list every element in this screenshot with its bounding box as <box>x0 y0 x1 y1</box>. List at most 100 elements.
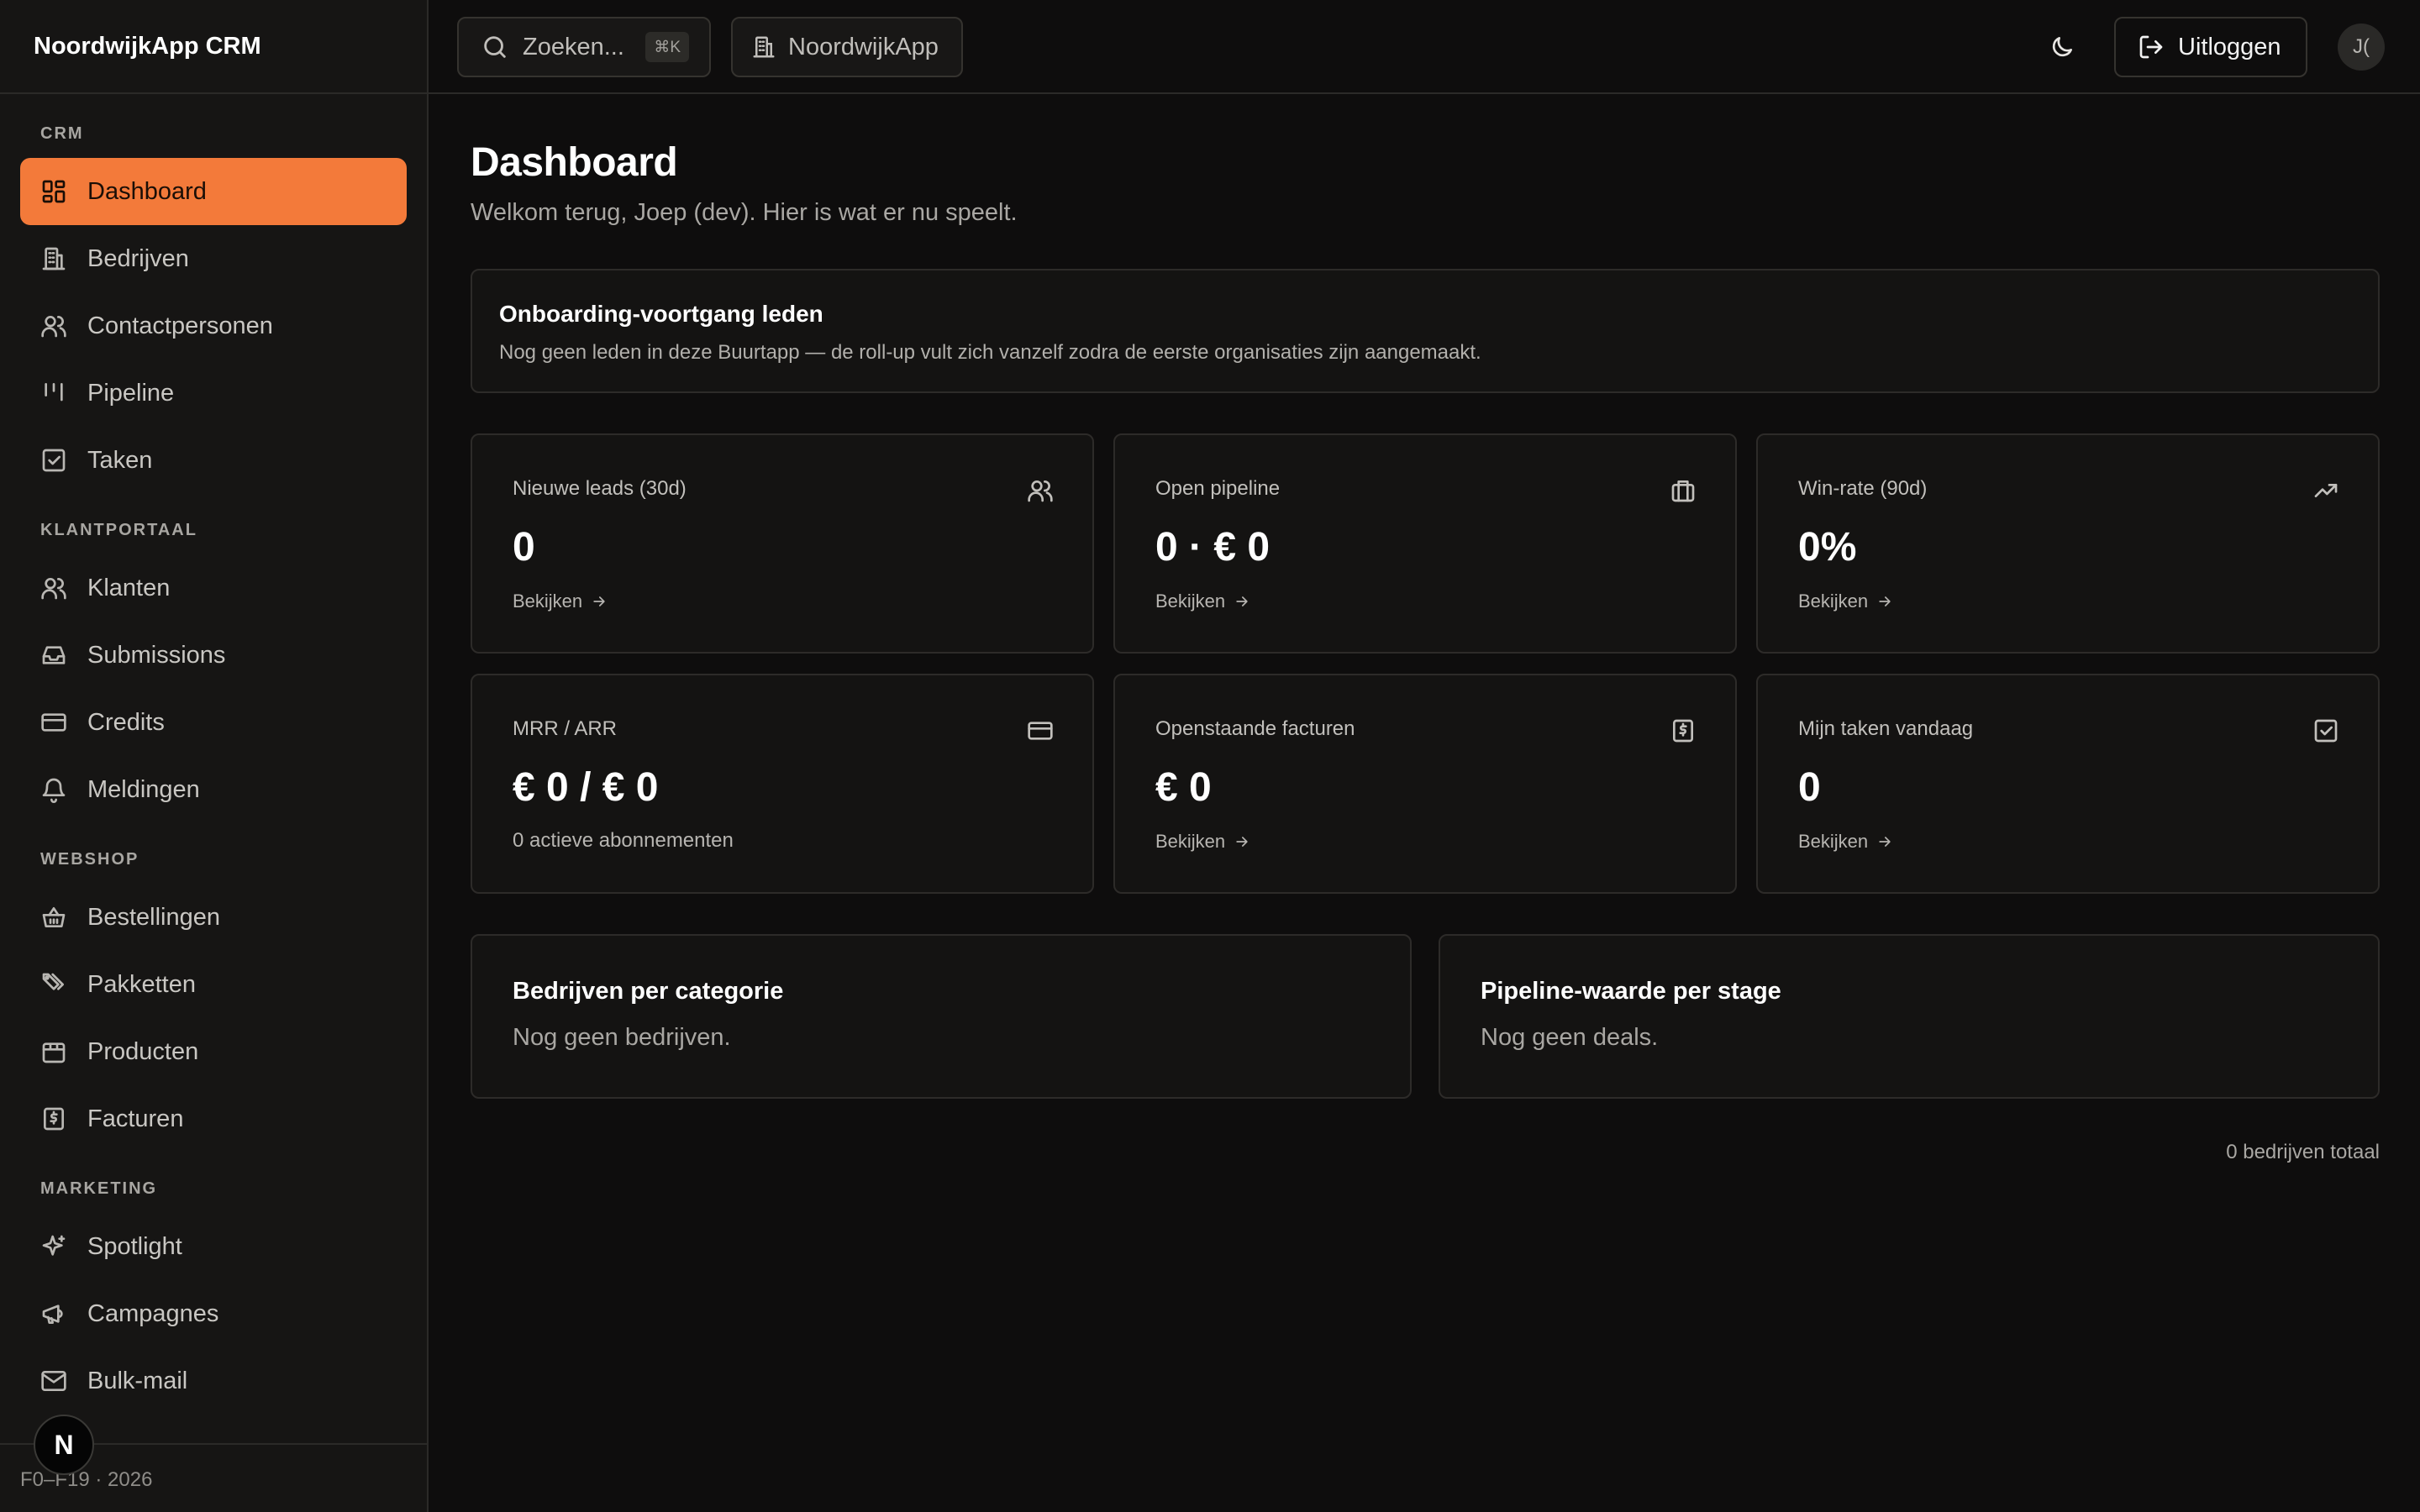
sidebar-item-campagnes[interactable]: Campagnes <box>20 1280 407 1347</box>
sidebar-section-label: WEBSHOP <box>40 850 139 869</box>
view-link[interactable]: Bekijken <box>1155 831 1695 853</box>
sidebar-item-label: Dashboard <box>87 177 207 205</box>
chart-panels: Bedrijven per categorie Nog geen bedrijv… <box>471 934 2380 1099</box>
receipt-icon <box>40 1105 67 1132</box>
checkbox-icon <box>2312 717 2339 744</box>
search-icon <box>484 36 506 58</box>
sidebar-item-credits[interactable]: Credits <box>20 689 407 756</box>
stat-card: Mijn taken vandaag 0 Bekijken <box>1756 674 2380 894</box>
sidebar-item-label: Producten <box>87 1037 199 1065</box>
onboarding-card: Onboarding-voortgang leden Nog geen lede… <box>471 269 2380 393</box>
sidebar-item-bestellingen[interactable]: Bestellingen <box>20 884 407 951</box>
building-icon <box>40 245 67 272</box>
sidebar-item-label: Pipeline <box>87 379 175 407</box>
view-link-label: Bekijken <box>513 591 583 612</box>
moon-icon <box>2052 37 2072 57</box>
view-link-label: Bekijken <box>1798 831 1869 852</box>
sidebar-item-producten[interactable]: Producten <box>20 1018 407 1085</box>
view-link[interactable]: Bekijken <box>1798 831 2338 853</box>
sidebar-nav: CRM Dashboard Bedrijven Contactpersonen Pipe… <box>0 94 427 1415</box>
dev-tools-badge[interactable]: N <box>34 1415 94 1475</box>
stat-label: MRR / ARR <box>513 717 618 740</box>
credit-card-icon <box>40 709 67 736</box>
page-subtitle: Welkom terug, Joep (dev). Hier is wat er… <box>471 199 1018 226</box>
pipeline-value-per-stage-panel: Pipeline-waarde per stage Nog geen deals… <box>1439 934 2380 1099</box>
main-content: Dashboard Welkom terug, Joep (dev). Hier… <box>471 94 2380 1164</box>
organization-name: NoordwijkApp <box>788 33 939 60</box>
avatar[interactable]: J( <box>2338 24 2385 71</box>
stat-value: € 0 <box>1155 765 1212 810</box>
users-icon <box>1027 477 1054 504</box>
stat-label: Win-rate (90d) <box>1798 477 1928 500</box>
mail-icon <box>40 1368 67 1394</box>
panel-title: Pipeline-waarde per stage <box>1481 978 1781 1005</box>
sidebar-section-label: MARKETING <box>40 1179 158 1198</box>
stat-value: 0 <box>1798 765 1821 810</box>
logout-icon <box>2139 35 2163 59</box>
sidebar-item-label: Meldingen <box>87 775 200 803</box>
credit-card-icon <box>1027 717 1054 744</box>
sidebar-item-label: Bestellingen <box>87 903 220 931</box>
sidebar-item-submissions[interactable]: Submissions <box>20 622 407 689</box>
page-title: Dashboard <box>471 140 678 185</box>
sidebar-item-label: Facturen <box>87 1105 184 1132</box>
sidebar-item-pakketten[interactable]: Pakketten <box>20 951 407 1018</box>
sparkles-icon <box>40 1233 67 1260</box>
logout-button[interactable]: Uitloggen <box>2114 17 2307 77</box>
search-placeholder: Zoeken... <box>523 33 624 60</box>
sidebar-section-label: KLANTPORTAAL <box>40 521 197 539</box>
theme-toggle-button[interactable] <box>2040 25 2084 69</box>
megaphone-icon <box>40 1300 67 1327</box>
sidebar-item-facturen[interactable]: Facturen <box>20 1085 407 1152</box>
arrow-right-icon <box>1225 593 1250 610</box>
sidebar-item-pipeline[interactable]: Pipeline <box>20 360 407 427</box>
stats-grid: Nieuwe leads (30d) 0 Bekijken Open pipeline… <box>471 433 2380 894</box>
stat-label: Nieuwe leads (30d) <box>513 477 687 500</box>
stat-card: Open pipeline 0 · € 0 Bekijken <box>1113 433 1737 654</box>
organization-switcher[interactable]: NoordwijkApp <box>731 17 963 77</box>
sidebar-item-label: Bedrijven <box>87 244 189 272</box>
arrow-right-icon <box>1868 833 1893 850</box>
sidebar-item-contactpersonen[interactable]: Contactpersonen <box>20 292 407 360</box>
sidebar-item-meldingen[interactable]: Meldingen <box>20 756 407 823</box>
app-title: NoordwijkApp CRM <box>0 0 427 94</box>
receipt-icon <box>1670 717 1697 744</box>
sidebar-item-spotlight[interactable]: Spotlight <box>20 1213 407 1280</box>
view-link[interactable]: Bekijken <box>513 591 1052 612</box>
stat-value: 0 <box>513 525 535 570</box>
sidebar-item-klanten[interactable]: Klanten <box>20 554 407 622</box>
view-link[interactable]: Bekijken <box>1155 591 1695 612</box>
search-button[interactable]: Zoeken... ⌘K <box>457 17 711 77</box>
search-shortcut: ⌘K <box>645 32 689 62</box>
sidebar-item-label: Contactpersonen <box>87 312 273 339</box>
sidebar-item-taken[interactable]: Taken <box>20 427 407 494</box>
sidebar-item-bulk-mail[interactable]: Bulk-mail <box>20 1347 407 1415</box>
sidebar-item-bedrijven[interactable]: Bedrijven <box>20 225 407 292</box>
tags-icon <box>40 971 67 998</box>
stat-card: Win-rate (90d) 0% Bekijken <box>1756 433 2380 654</box>
bell-icon <box>40 776 67 803</box>
dashboard-icon <box>40 178 67 205</box>
onboarding-text: Nog geen leden in deze Buurtapp — de rol… <box>499 341 1481 364</box>
sidebar-item-label: Taken <box>87 446 153 474</box>
stat-label: Mijn taken vandaag <box>1798 717 1974 740</box>
logout-label: Uitloggen <box>2178 33 2281 60</box>
stat-label: Openstaande facturen <box>1155 717 1355 740</box>
briefcase-icon <box>1670 477 1697 504</box>
companies-per-category-panel: Bedrijven per categorie Nog geen bedrijv… <box>471 934 1412 1099</box>
view-link-label: Bekijken <box>1155 591 1226 612</box>
sidebar-item-dashboard[interactable]: Dashboard <box>20 158 407 225</box>
panel-title: Bedrijven per categorie <box>513 978 784 1005</box>
package-icon <box>40 1038 67 1065</box>
sidebar-item-label: Spotlight <box>87 1232 182 1260</box>
stat-card: Nieuwe leads (30d) 0 Bekijken <box>471 433 1094 654</box>
sidebar: NoordwijkApp CRM CRM Dashboard Bedrijven Co… <box>0 0 429 1512</box>
stat-label: Open pipeline <box>1155 477 1281 500</box>
stat-subtext: 0 actieve abonnementen <box>513 829 734 852</box>
sidebar-item-label: Credits <box>87 708 165 736</box>
companies-total: 0 bedrijven totaal <box>2226 1141 2380 1163</box>
view-link[interactable]: Bekijken <box>1798 591 2338 612</box>
sidebar-item-label: Campagnes <box>87 1299 219 1327</box>
